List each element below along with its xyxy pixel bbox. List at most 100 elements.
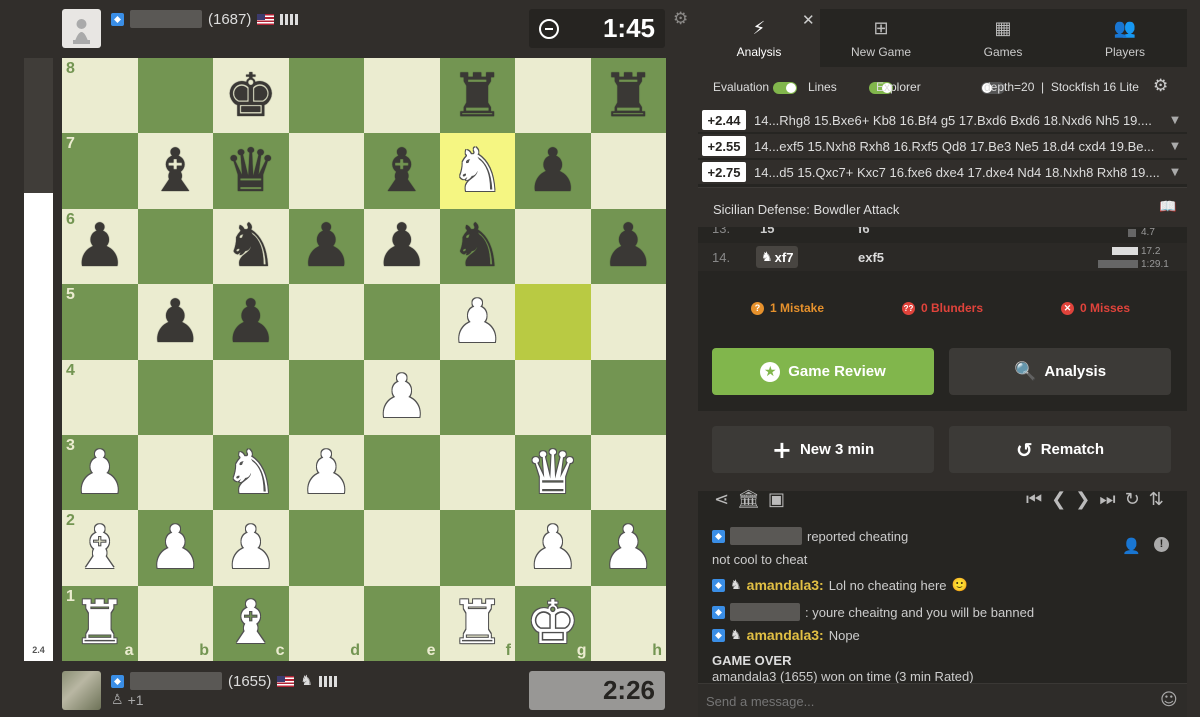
square-c2[interactable]: ♟ (213, 510, 289, 586)
square-g5[interactable] (515, 284, 591, 360)
square-f2[interactable] (439, 510, 515, 586)
username-redacted[interactable] (130, 10, 202, 28)
black-move[interactable]: f6 (858, 227, 870, 236)
square-e8[interactable] (364, 58, 440, 134)
next-move-icon[interactable]: ❯ (1075, 489, 1090, 510)
black-move[interactable]: exf5 (858, 250, 884, 265)
square-e7[interactable]: ♝ (364, 133, 440, 209)
chat-username[interactable]: amandala3: (747, 627, 824, 643)
new-game-button[interactable]: + New 3 min (712, 426, 934, 473)
white-knight-piece[interactable]: ♞ (450, 141, 504, 201)
white-rook-piece[interactable]: ♜ (450, 593, 504, 653)
square-e1[interactable]: e (364, 585, 440, 661)
white-move-selected[interactable]: ♞ xf7 (756, 246, 799, 268)
square-a4[interactable]: 4 (62, 359, 138, 435)
black-knight-piece[interactable]: ♞ (450, 216, 504, 276)
chess-board[interactable]: 8 ♚ ♜ ♜ 7 ♝ ♛ ♝ ♞ ♟ 6 ♟ ♞ ♟ ♟ ♞ ♟ 5 ♟ ♟ ♟ 4 ♟ 3 ♟ ♞ ♟ ♛ 2 ♝ ♟ ♟ ♟ ♟ 1 a ♜ b c ♝… (62, 58, 666, 661)
black-pawn-piece[interactable]: ♟ (299, 216, 353, 276)
square-h2[interactable]: ♟ (590, 510, 666, 586)
square-g4[interactable] (515, 359, 591, 435)
game-review-button[interactable]: ★ Game Review (712, 348, 934, 395)
square-h1[interactable]: h (590, 585, 666, 661)
black-pawn-piece[interactable]: ♟ (601, 216, 655, 276)
square-b8[interactable] (137, 58, 213, 134)
square-h7[interactable] (590, 133, 666, 209)
tab-players[interactable]: 👥 Players (1064, 9, 1186, 67)
square-g1[interactable]: g ♚ (515, 585, 591, 661)
square-g8[interactable] (515, 58, 591, 134)
white-bishop-piece[interactable]: ♝ (224, 593, 278, 653)
square-a2[interactable]: 2 ♝ (62, 510, 138, 586)
username-redacted[interactable] (130, 672, 222, 690)
board-settings-gear-icon[interactable]: ⚙ (673, 9, 688, 29)
tab-new-game[interactable]: ⊞ New Game (820, 9, 942, 67)
close-analysis-icon[interactable]: ✕ (802, 11, 815, 29)
black-bishop-piece[interactable]: ♝ (148, 141, 202, 201)
white-knight-piece[interactable]: ♞ (224, 443, 278, 503)
report-icon[interactable]: ! (1154, 537, 1169, 552)
first-move-icon[interactable]: ⏮ (1026, 489, 1042, 510)
flip-board-icon[interactable]: ⇅ (1149, 489, 1164, 510)
square-d1[interactable]: d (288, 585, 364, 661)
black-pawn-piece[interactable]: ♟ (148, 292, 202, 352)
evaluation-toggle[interactable] (773, 81, 797, 94)
museum-icon[interactable]: 🏛 (737, 489, 760, 510)
book-icon[interactable]: 📖 (1159, 199, 1176, 215)
image-icon[interactable]: ▣ (768, 489, 785, 510)
square-c8[interactable]: ♚ (213, 58, 289, 134)
square-d6[interactable]: ♟ (288, 208, 364, 285)
bottom-player-avatar[interactable] (62, 671, 101, 710)
emoji-picker-icon[interactable]: ☺ (1160, 690, 1178, 710)
black-pawn-piece[interactable]: ♟ (73, 216, 127, 276)
square-f5[interactable]: ♟ (439, 284, 515, 360)
square-d5[interactable] (288, 284, 364, 360)
share-icon[interactable]: ⋖ (714, 489, 729, 510)
chat-message-input[interactable] (706, 690, 1146, 712)
square-b3[interactable] (137, 434, 213, 511)
white-pawn-piece[interactable]: ♟ (148, 518, 202, 578)
square-f7[interactable]: ♞ (439, 133, 515, 209)
square-e4[interactable]: ♟ (364, 359, 440, 435)
top-player-avatar[interactable] (62, 9, 101, 48)
reload-icon[interactable]: ↻ (1125, 489, 1140, 510)
square-b5[interactable]: ♟ (137, 284, 213, 360)
black-pawn-piece[interactable]: ♟ (375, 216, 429, 276)
square-h4[interactable] (590, 359, 666, 435)
square-c4[interactable] (213, 359, 289, 435)
square-g3[interactable]: ♛ (515, 434, 591, 511)
white-pawn-piece[interactable]: ♟ (73, 443, 127, 503)
square-d8[interactable] (288, 58, 364, 134)
black-rook-piece[interactable]: ♜ (601, 66, 655, 126)
square-c5[interactable]: ♟ (213, 284, 289, 360)
black-king-piece[interactable]: ♚ (224, 66, 278, 126)
square-b7[interactable]: ♝ (137, 133, 213, 209)
square-c6[interactable]: ♞ (213, 208, 289, 285)
square-a8[interactable]: 8 (62, 58, 138, 134)
square-a5[interactable]: 5 (62, 284, 138, 360)
square-c1[interactable]: c ♝ (213, 585, 289, 661)
white-queen-piece[interactable]: ♛ (526, 443, 580, 503)
analysis-button[interactable]: 🔍 Analysis (949, 348, 1171, 395)
chevron-down-icon[interactable]: ▼ (1163, 167, 1187, 178)
chat-username[interactable]: amandala3: (747, 577, 824, 593)
white-move[interactable]: 15 (760, 227, 774, 236)
black-knight-piece[interactable]: ♞ (224, 216, 278, 276)
square-e5[interactable] (364, 284, 440, 360)
square-f8[interactable]: ♜ (439, 58, 515, 134)
white-pawn-piece[interactable]: ♟ (601, 518, 655, 578)
square-b2[interactable]: ♟ (137, 510, 213, 586)
square-h8[interactable]: ♜ (590, 58, 666, 134)
square-e3[interactable] (364, 434, 440, 511)
square-d3[interactable]: ♟ (288, 434, 364, 511)
square-d7[interactable] (288, 133, 364, 209)
white-rook-piece[interactable]: ♜ (73, 593, 127, 653)
square-g2[interactable]: ♟ (515, 510, 591, 586)
engine-settings-gear-icon[interactable]: ⚙ (1153, 76, 1168, 96)
white-pawn-piece[interactable]: ♟ (224, 518, 278, 578)
black-pawn-piece[interactable]: ♟ (224, 292, 278, 352)
square-a3[interactable]: 3 ♟ (62, 434, 138, 511)
white-pawn-piece[interactable]: ♟ (450, 292, 504, 352)
square-e2[interactable] (364, 510, 440, 586)
last-move-icon[interactable]: ⏭ (1099, 489, 1115, 510)
square-g7[interactable]: ♟ (515, 133, 591, 209)
